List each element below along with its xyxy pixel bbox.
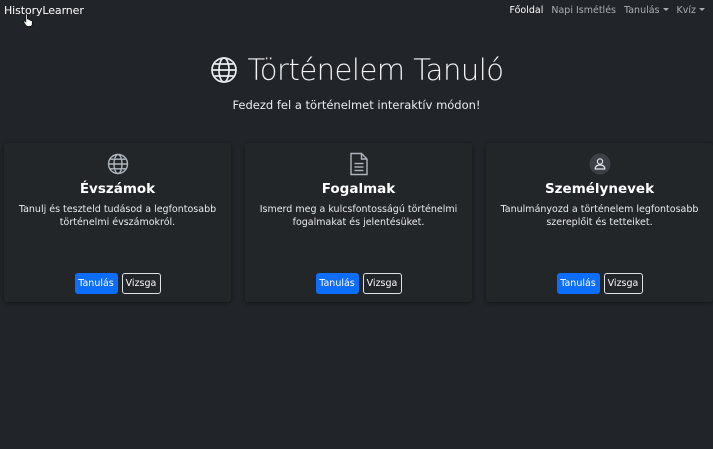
card-title: Fogalmak: [321, 181, 396, 197]
hero: Történelem Tanuló Fedezd fel a történelm…: [0, 50, 713, 112]
card-description: Ismerd meg a kulcsfontosságú történelmi …: [259, 204, 458, 228]
card-title: Személynevek: [544, 181, 655, 197]
nav-dropdown-learning[interactable]: Tanulás: [620, 5, 673, 16]
page-subtitle: Fedezd fel a történelmet interaktív módo…: [232, 98, 481, 112]
exam-button[interactable]: Vizsga: [121, 273, 161, 294]
card-dates: Évszámok Tanulj és teszteld tudásod a le…: [4, 143, 231, 302]
learn-button[interactable]: Tanulás: [556, 273, 600, 294]
card-actions: Tanulás Vizsga: [486, 273, 713, 294]
hero-heading: Történelem Tanuló: [210, 50, 504, 90]
nav-dropdown-learning-label: Tanulás: [624, 4, 660, 16]
caret-down-icon: [699, 7, 705, 11]
globe-icon: [105, 151, 131, 177]
nav-link-home[interactable]: Főoldal: [505, 5, 547, 16]
card-names: Személynevek Tanulmányozd a történelem l…: [486, 143, 713, 302]
card-actions: Tanulás Vizsga: [245, 273, 472, 294]
feature-cards: Évszámok Tanulj és teszteld tudásod a le…: [4, 143, 713, 302]
mouse-cursor-icon: [23, 13, 33, 27]
document-icon: [346, 151, 372, 177]
card-actions: Tanulás Vizsga: [4, 273, 231, 294]
brand-link[interactable]: HistoryLearner: [4, 4, 84, 17]
nav-link-daily-review[interactable]: Napi Ismétlés: [547, 5, 620, 16]
card-title: Évszámok: [79, 181, 156, 197]
exam-button[interactable]: Vizsga: [362, 273, 402, 294]
page-title: Történelem Tanuló: [247, 53, 505, 87]
card-concepts: Fogalmak Ismerd meg a kulcsfontosságú tö…: [245, 143, 472, 302]
person-icon: [587, 151, 613, 177]
card-description: Tanulmányozd a történelem legfontosabb s…: [500, 204, 699, 228]
navbar: HistoryLearner Főoldal Napi Ismétlés Tan…: [0, 0, 713, 20]
nav-links: Főoldal Napi Ismétlés Tanulás Kvíz: [505, 5, 709, 16]
globe-icon: [210, 57, 237, 83]
learn-button[interactable]: Tanulás: [315, 273, 359, 294]
card-description: Tanulj és teszteld tudásod a legfontosab…: [18, 204, 217, 228]
nav-dropdown-quiz[interactable]: Kvíz: [673, 5, 709, 16]
nav-dropdown-quiz-label: Kvíz: [676, 4, 696, 16]
caret-down-icon: [662, 7, 669, 11]
exam-button[interactable]: Vizsga: [603, 273, 643, 294]
learn-button[interactable]: Tanulás: [74, 273, 118, 294]
